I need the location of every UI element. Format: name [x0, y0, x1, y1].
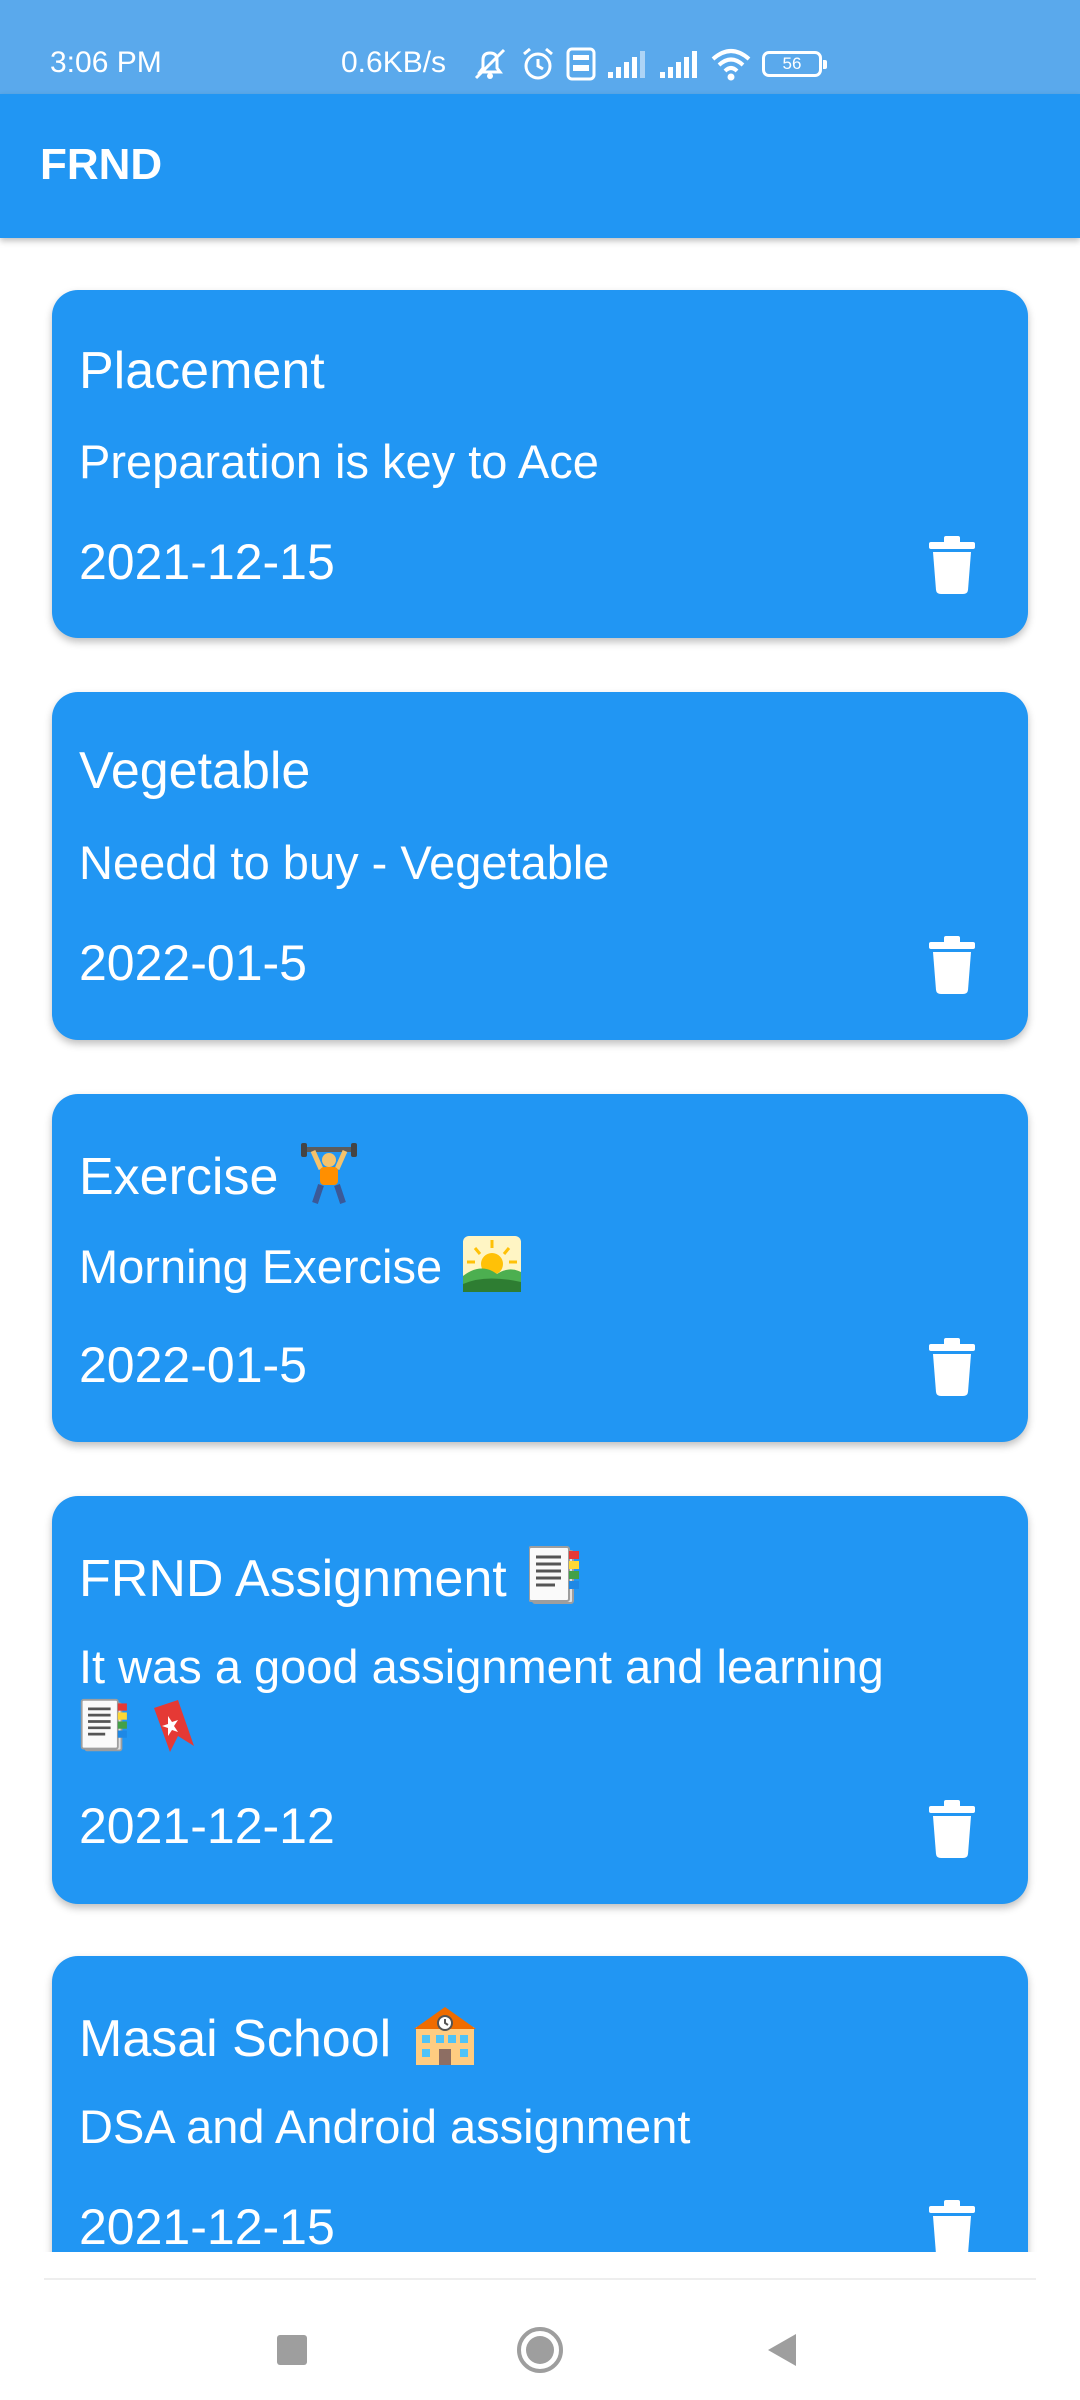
notes-list[interactable]: Placement Preparation is key to Ace 2021… — [0, 238, 1080, 2252]
note-date: 2021-12-12 — [79, 1798, 335, 1854]
note-card[interactable]: Placement Preparation is key to Ace 2021… — [52, 290, 1028, 638]
note-date: 2022-01-5 — [79, 1337, 307, 1393]
note-card[interactable]: Vegetable Needd to buy - Vegetable 2022-… — [52, 692, 1028, 1040]
status-bar: 3:06 PM 0.6KB/s 56 — [0, 0, 1080, 94]
note-title: Vegetable — [79, 742, 311, 800]
delete-button[interactable] — [917, 930, 987, 1000]
delete-button[interactable] — [917, 2194, 987, 2252]
school-icon — [413, 2005, 476, 2080]
home-button[interactable] — [510, 2320, 570, 2380]
note-title: Placement — [79, 342, 325, 400]
delete-button[interactable] — [917, 1332, 987, 1402]
note-description: It was a good assignment and learning — [79, 1638, 1009, 1767]
battery-icon: 56 — [762, 51, 827, 77]
note-date: 2021-12-15 — [79, 2199, 335, 2252]
note-description: Preparation is key to Ace — [79, 435, 599, 488]
note-description: Needd to buy - Vegetable — [79, 836, 610, 889]
trash-icon — [929, 1338, 975, 1396]
back-button[interactable] — [752, 2320, 812, 2380]
status-icons: 56 — [470, 44, 827, 84]
signal-icon — [606, 48, 648, 80]
trash-icon — [929, 2200, 975, 2252]
note-description: DSA and Android assignment — [79, 2100, 691, 2153]
volte-icon — [566, 47, 596, 81]
weightlifter-icon — [300, 1143, 357, 1218]
bookmark-icon — [148, 1698, 200, 1767]
bookmark-tabs-icon — [528, 1545, 585, 1620]
note-card[interactable]: Masai School DSA and Android assignment … — [52, 1956, 1028, 2252]
note-title: Exercise — [79, 1143, 357, 1218]
note-card[interactable]: Exercise Morning Exercise 2022-01-5 — [52, 1094, 1028, 1442]
recents-button[interactable] — [262, 2320, 322, 2380]
app-title: FRND — [40, 140, 163, 189]
note-description: Morning Exercise — [79, 1236, 1009, 1305]
system-nav-bar — [0, 2280, 1080, 2400]
status-time: 3:06 PM — [50, 46, 162, 79]
delete-button[interactable] — [917, 530, 987, 600]
app-bar: FRND — [0, 94, 1080, 238]
network-speed: 0.6KB/s — [341, 46, 447, 79]
signal-icon — [658, 48, 700, 80]
trash-icon — [929, 536, 975, 594]
note-title: FRND Assignment — [79, 1545, 585, 1620]
note-title: Masai School — [79, 2005, 476, 2080]
recents-square-icon — [277, 2335, 307, 2365]
alarm-icon — [520, 46, 556, 82]
note-date: 2021-12-15 — [79, 534, 335, 590]
trash-icon — [929, 936, 975, 994]
mute-icon — [470, 46, 510, 82]
note-card[interactable]: FRND Assignment It was a good assignment… — [52, 1496, 1028, 1904]
back-triangle-icon — [768, 2334, 796, 2366]
home-circle-icon — [517, 2327, 563, 2373]
bookmark-tabs-icon — [79, 1698, 135, 1767]
wifi-icon — [710, 47, 752, 81]
delete-button[interactable] — [917, 1794, 987, 1864]
note-date: 2022-01-5 — [79, 935, 307, 991]
trash-icon — [929, 1800, 975, 1858]
sunrise-mountains-icon — [463, 1236, 522, 1305]
